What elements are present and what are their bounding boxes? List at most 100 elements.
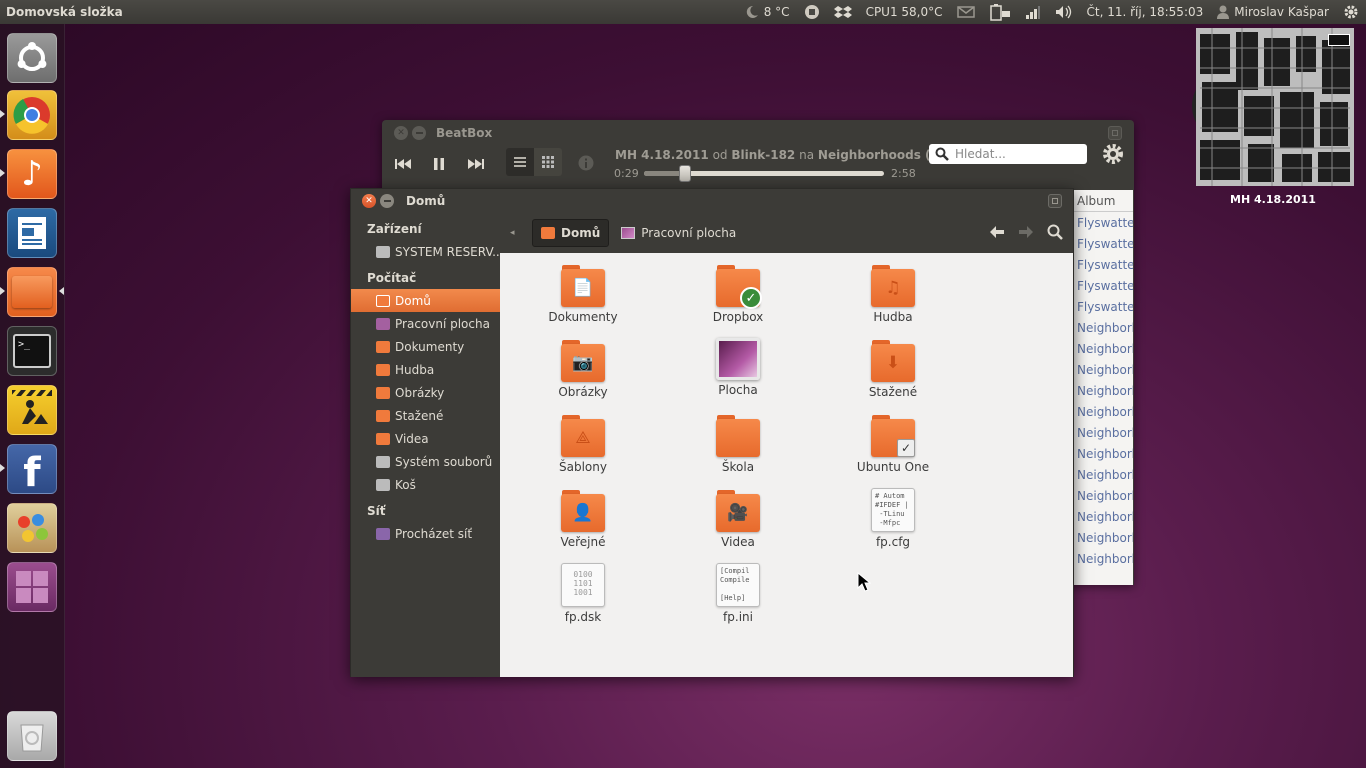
launcher-music-player[interactable]: ♪: [7, 149, 57, 199]
file-item[interactable]: ⟁ Šablony: [533, 413, 633, 474]
close-button[interactable]: ✕: [362, 194, 376, 208]
pause-button[interactable]: [432, 157, 446, 174]
album-cell[interactable]: Neighborh: [1074, 506, 1133, 527]
file-item[interactable]: ⬇ Stažené: [843, 338, 943, 399]
seek-bar[interactable]: [644, 165, 884, 182]
file-item[interactable]: ✓ Ubuntu One: [843, 413, 943, 474]
sidebar-item-pictures-folder[interactable]: Obrázky: [351, 381, 500, 404]
sidebar-item-documents-folder[interactable]: Dokumenty: [351, 335, 500, 358]
launcher-construction[interactable]: [7, 385, 57, 435]
session-menu[interactable]: [1336, 0, 1366, 24]
sidebar-item-label: Koš: [395, 477, 416, 492]
active-indicator: [59, 287, 64, 295]
network-indicator[interactable]: [1018, 0, 1048, 24]
folder-icon: ♫: [871, 263, 915, 307]
seek-bar-handle[interactable]: [678, 165, 691, 182]
album-cell[interactable]: Flyswatter: [1074, 212, 1133, 233]
album-cell[interactable]: Flyswatter: [1074, 275, 1133, 296]
grid-view-button[interactable]: [534, 148, 562, 176]
weather-indicator[interactable]: 8 °C: [736, 0, 797, 24]
album-cell[interactable]: Flyswatter: [1074, 233, 1133, 254]
file-item[interactable]: # Autom #IFDEF | -TLinu -Mfpc fp.cfg: [843, 488, 943, 549]
pictures-folder-icon: [376, 386, 390, 399]
file-manager-window[interactable]: ✕ Domů Zařízení SYSTEM RESERV... Počítač Do…: [350, 188, 1074, 677]
search-field[interactable]: Hledat...: [929, 144, 1087, 164]
album-cell[interactable]: Flyswatter: [1074, 254, 1133, 275]
user-menu[interactable]: Miroslav Kašpar: [1210, 0, 1336, 24]
album-cell[interactable]: Neighborh: [1074, 464, 1133, 485]
file-item[interactable]: Škola: [688, 413, 788, 474]
beatbox-track-list[interactable]: Album FlyswatterFlyswatterFlyswatterFlys…: [1074, 190, 1133, 585]
launcher-terminal[interactable]: >_: [7, 326, 57, 376]
beatbox-titlebar[interactable]: ✕ BeatBox: [382, 120, 1134, 146]
album-cell[interactable]: Flyswatter: [1074, 296, 1133, 317]
dropbox-indicator[interactable]: [827, 0, 859, 24]
album-cell[interactable]: Neighborh: [1074, 380, 1133, 401]
file-item[interactable]: Plocha: [688, 338, 788, 397]
beatbox-close-button[interactable]: ✕: [394, 126, 408, 140]
beatbox-maximize-button[interactable]: [1108, 126, 1122, 140]
construction-icon: [12, 390, 52, 424]
next-button[interactable]: [467, 157, 485, 174]
file-item[interactable]: 📷 Obrázky: [533, 338, 633, 399]
album-cell[interactable]: Neighborh: [1074, 548, 1133, 569]
launcher-ubuntu-dash[interactable]: [7, 33, 57, 83]
volume-indicator[interactable]: [1048, 0, 1080, 24]
maximize-button[interactable]: [1048, 194, 1062, 208]
breadcrumb-scroll-left[interactable]: ◂: [510, 228, 520, 238]
album-cell[interactable]: Neighborh: [1074, 401, 1133, 422]
sidebar-item-trash[interactable]: Koš: [351, 473, 500, 496]
minimize-button[interactable]: [380, 194, 394, 208]
album-art-desklet[interactable]: [1192, 28, 1354, 188]
sidebar-item-filesystem[interactable]: Systém souborů: [351, 450, 500, 473]
mail-indicator[interactable]: [950, 0, 982, 24]
album-cell[interactable]: Neighborh: [1074, 359, 1133, 380]
launcher-chrome[interactable]: [7, 90, 57, 140]
breadcrumb-home[interactable]: Domů: [532, 219, 610, 247]
file-manager-titlebar[interactable]: ✕ Domů: [351, 189, 1073, 213]
beatbox-minimize-button[interactable]: [412, 126, 426, 140]
sidebar-item-music-folder[interactable]: Hudba: [351, 358, 500, 381]
file-view[interactable]: 📄 Dokumenty ✓ Dropbox ♫ Hudba 📷 Obrázky Plocha ⬇ S…: [500, 253, 1073, 677]
launcher-trash[interactable]: [7, 711, 57, 761]
album-column-header[interactable]: Album: [1074, 190, 1133, 212]
battery-indicator[interactable]: [982, 0, 1018, 24]
previous-button[interactable]: [394, 157, 412, 174]
album-cell[interactable]: Neighborh: [1074, 485, 1133, 506]
forward-button[interactable]: [1019, 226, 1033, 241]
breadcrumb-desktop[interactable]: Pracovní plocha: [613, 219, 744, 247]
sidebar-item-downloads-folder[interactable]: Stažené: [351, 404, 500, 427]
file-item[interactable]: ✓ Dropbox: [688, 263, 788, 324]
sidebar-item-network[interactable]: Procházet síť: [351, 522, 500, 545]
sidebar-item-home-folder[interactable]: Domů: [351, 289, 500, 312]
album-cell[interactable]: Neighborh: [1074, 422, 1133, 443]
launcher-files[interactable]: [7, 267, 57, 317]
file-item[interactable]: 0100 1101 1001 fp.dsk: [533, 563, 633, 624]
album-cell[interactable]: Neighborh: [1074, 527, 1133, 548]
maximize-icon: [1052, 198, 1058, 204]
sidebar-item-drive[interactable]: SYSTEM RESERV...: [351, 240, 500, 263]
launcher-libreoffice-writer[interactable]: [7, 208, 57, 258]
clock[interactable]: Čt, 11. říj, 18:55:03: [1080, 0, 1211, 24]
sidebar-item-desktop[interactable]: Pracovní plocha: [351, 312, 500, 335]
file-item[interactable]: ♫ Hudba: [843, 263, 943, 324]
folder-icon: 🎥: [716, 488, 760, 532]
album-cell[interactable]: Neighborh: [1074, 443, 1133, 464]
info-button[interactable]: [578, 155, 594, 174]
album-cell[interactable]: Neighborh: [1074, 317, 1133, 338]
launcher-facebook[interactable]: f: [7, 444, 57, 494]
launcher-paint[interactable]: [7, 503, 57, 553]
beatbox-settings-button[interactable]: [1101, 142, 1125, 169]
back-button[interactable]: [990, 226, 1004, 241]
sidebar-item-videos-folder[interactable]: Videa: [351, 427, 500, 450]
cpu-indicator[interactable]: CPU1 58,0°C: [859, 0, 950, 24]
list-view-button[interactable]: [506, 148, 534, 176]
file-item[interactable]: 👤 Veřejné: [533, 488, 633, 549]
launcher-workspace-switcher[interactable]: [7, 562, 57, 612]
file-item[interactable]: [Compil Compile [Help] fp.ini: [688, 563, 788, 624]
search-button[interactable]: [1047, 224, 1063, 243]
album-cell[interactable]: Neighborh: [1074, 338, 1133, 359]
file-item[interactable]: 📄 Dokumenty: [533, 263, 633, 324]
file-item[interactable]: 🎥 Videa: [688, 488, 788, 549]
evernote-indicator[interactable]: [797, 0, 827, 24]
